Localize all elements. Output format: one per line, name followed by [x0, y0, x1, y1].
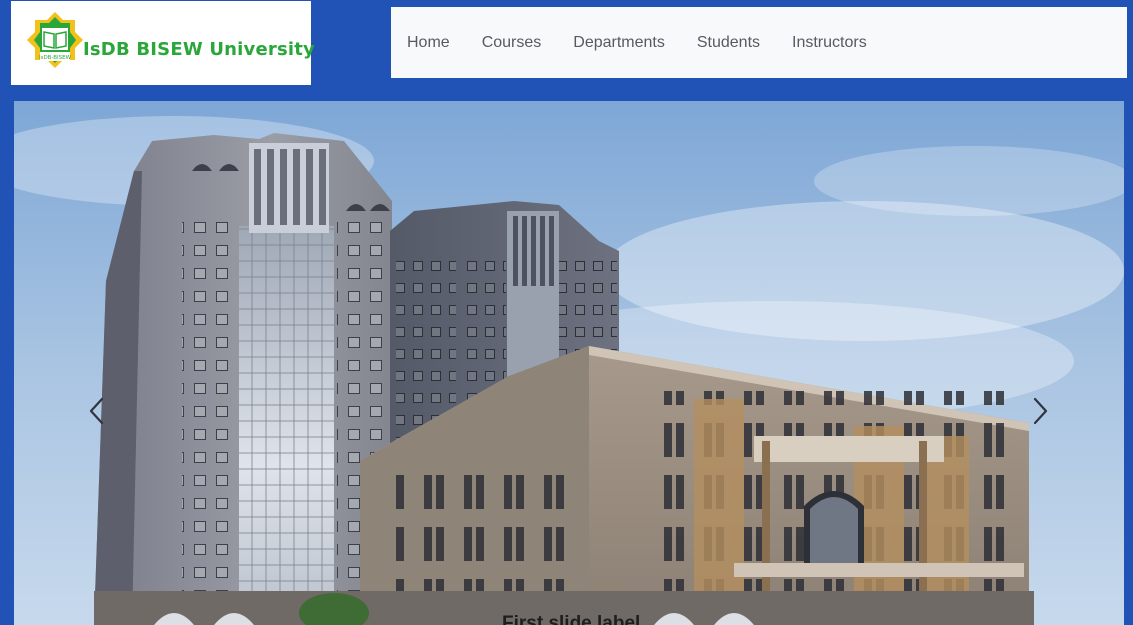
nav-item-students[interactable]: Students	[681, 33, 776, 53]
logo-box[interactable]: IsDB-BISEW IsDB BISEW University	[11, 1, 315, 85]
nav-item-instructors[interactable]: Instructors	[776, 33, 883, 53]
brand-name: IsDB BISEW University	[83, 39, 315, 60]
nav-item-home[interactable]: Home	[391, 33, 466, 53]
emblem-text: IsDB-BISEW	[39, 55, 72, 61]
campus-building-image	[14, 101, 1124, 625]
nav-item-courses[interactable]: Courses	[466, 33, 558, 53]
chevron-right-icon	[1033, 397, 1048, 425]
carousel-next-button[interactable]	[1025, 391, 1055, 431]
university-emblem-icon: IsDB-BISEW	[27, 12, 83, 68]
nav-item-departments[interactable]: Departments	[557, 33, 681, 53]
nav-list: Home Courses Departments Students Instru…	[391, 33, 883, 53]
chevron-left-icon	[89, 397, 104, 425]
hero-carousel[interactable]: First slide label	[14, 101, 1124, 625]
carousel-prev-button[interactable]	[82, 391, 112, 431]
main-navbar: Home Courses Departments Students Instru…	[391, 7, 1127, 78]
carousel-caption: First slide label	[502, 613, 641, 625]
